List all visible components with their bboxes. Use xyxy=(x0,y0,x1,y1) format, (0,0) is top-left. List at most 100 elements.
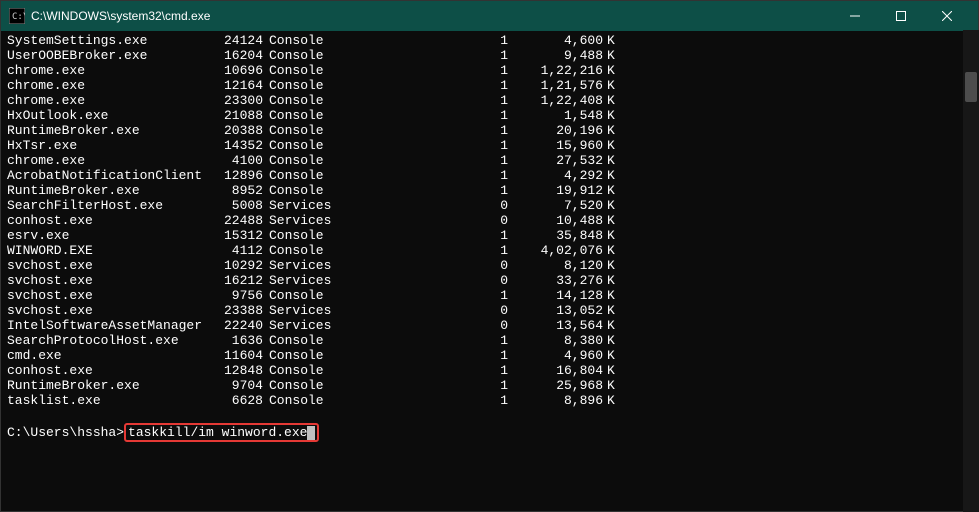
process-row: cmd.exe11604Console14,960K xyxy=(7,348,972,363)
process-unit: K xyxy=(603,153,615,168)
process-row: RuntimeBroker.exe9704Console125,968K xyxy=(7,378,972,393)
process-sessnum: 1 xyxy=(338,153,508,168)
process-sessnum: 1 xyxy=(338,93,508,108)
process-row: WINWORD.EXE4112Console14,02,076K xyxy=(7,243,972,258)
prompt-line: C:\Users\hssha>taskkill/im winword.exe xyxy=(7,423,972,442)
process-name: svchost.exe xyxy=(7,288,207,303)
process-session: Console xyxy=(263,78,338,93)
process-mem: 4,600 xyxy=(508,33,603,48)
process-unit: K xyxy=(603,378,615,393)
process-row: svchost.exe10292Services08,120K xyxy=(7,258,972,273)
process-unit: K xyxy=(603,108,615,123)
process-session: Console xyxy=(263,93,338,108)
process-pid: 9704 xyxy=(207,378,263,393)
process-row: IntelSoftwareAssetManager22240Services01… xyxy=(7,318,972,333)
command-text[interactable]: taskkill/im winword.exe xyxy=(128,425,307,440)
process-pid: 14352 xyxy=(207,138,263,153)
process-unit: K xyxy=(603,273,615,288)
process-sessnum: 1 xyxy=(338,378,508,393)
process-mem: 10,488 xyxy=(508,213,603,228)
process-session: Console xyxy=(263,288,338,303)
process-sessnum: 1 xyxy=(338,78,508,93)
process-session: Console xyxy=(263,153,338,168)
process-name: chrome.exe xyxy=(7,153,207,168)
maximize-button[interactable] xyxy=(878,1,924,31)
process-unit: K xyxy=(603,288,615,303)
process-unit: K xyxy=(603,93,615,108)
process-sessnum: 1 xyxy=(338,393,508,408)
process-name: IntelSoftwareAssetManager xyxy=(7,318,207,333)
process-unit: K xyxy=(603,348,615,363)
process-session: Console xyxy=(263,228,338,243)
process-unit: K xyxy=(603,228,615,243)
process-name: AcrobatNotificationClient xyxy=(7,168,207,183)
process-sessnum: 1 xyxy=(338,228,508,243)
process-name: svchost.exe xyxy=(7,303,207,318)
process-unit: K xyxy=(603,393,615,408)
process-row: AcrobatNotificationClient12896Console14,… xyxy=(7,168,972,183)
process-session: Services xyxy=(263,318,338,333)
process-mem: 33,276 xyxy=(508,273,603,288)
process-pid: 12164 xyxy=(207,78,263,93)
process-pid: 23300 xyxy=(207,93,263,108)
process-row: HxTsr.exe14352Console115,960K xyxy=(7,138,972,153)
process-name: RuntimeBroker.exe xyxy=(7,123,207,138)
terminal-content[interactable]: SystemSettings.exe24124Console14,600KUse… xyxy=(1,31,978,511)
process-name: SystemSettings.exe xyxy=(7,33,207,48)
process-mem: 1,22,216 xyxy=(508,63,603,78)
minimize-button[interactable] xyxy=(832,1,878,31)
process-pid: 22488 xyxy=(207,213,263,228)
process-unit: K xyxy=(603,213,615,228)
process-pid: 20388 xyxy=(207,123,263,138)
process-pid: 16212 xyxy=(207,273,263,288)
process-mem: 8,896 xyxy=(508,393,603,408)
process-unit: K xyxy=(603,138,615,153)
scrollbar-thumb[interactable] xyxy=(965,72,977,102)
process-session: Console xyxy=(263,348,338,363)
process-mem: 35,848 xyxy=(508,228,603,243)
process-session: Console xyxy=(263,333,338,348)
process-session: Services xyxy=(263,258,338,273)
process-pid: 6628 xyxy=(207,393,263,408)
process-mem: 1,21,576 xyxy=(508,78,603,93)
scrollbar-track[interactable] xyxy=(963,30,979,512)
process-pid: 22240 xyxy=(207,318,263,333)
process-row: SearchFilterHost.exe5008Services07,520K xyxy=(7,198,972,213)
process-session: Console xyxy=(263,138,338,153)
process-row: conhost.exe22488Services010,488K xyxy=(7,213,972,228)
process-mem: 4,02,076 xyxy=(508,243,603,258)
process-session: Console xyxy=(263,33,338,48)
process-row: esrv.exe15312Console135,848K xyxy=(7,228,972,243)
process-mem: 1,22,408 xyxy=(508,93,603,108)
process-sessnum: 0 xyxy=(338,198,508,213)
process-pid: 12896 xyxy=(207,168,263,183)
process-name: chrome.exe xyxy=(7,78,207,93)
process-row: svchost.exe23388Services013,052K xyxy=(7,303,972,318)
process-row: conhost.exe12848Console116,804K xyxy=(7,363,972,378)
process-sessnum: 1 xyxy=(338,168,508,183)
process-name: chrome.exe xyxy=(7,93,207,108)
process-session: Services xyxy=(263,213,338,228)
process-session: Console xyxy=(263,183,338,198)
titlebar[interactable]: C:\ C:\WINDOWS\system32\cmd.exe xyxy=(1,1,978,31)
process-sessnum: 1 xyxy=(338,138,508,153)
process-row: svchost.exe16212Services033,276K xyxy=(7,273,972,288)
process-name: tasklist.exe xyxy=(7,393,207,408)
close-button[interactable] xyxy=(924,1,970,31)
process-sessnum: 1 xyxy=(338,288,508,303)
process-unit: K xyxy=(603,168,615,183)
process-row: chrome.exe12164Console11,21,576K xyxy=(7,78,972,93)
process-mem: 4,960 xyxy=(508,348,603,363)
process-sessnum: 0 xyxy=(338,318,508,333)
process-name: UserOOBEBroker.exe xyxy=(7,48,207,63)
process-sessnum: 0 xyxy=(338,258,508,273)
process-mem: 8,120 xyxy=(508,258,603,273)
process-mem: 4,292 xyxy=(508,168,603,183)
process-sessnum: 1 xyxy=(338,108,508,123)
process-unit: K xyxy=(603,123,615,138)
process-name: HxOutlook.exe xyxy=(7,108,207,123)
process-pid: 4100 xyxy=(207,153,263,168)
process-session: Console xyxy=(263,63,338,78)
process-session: Console xyxy=(263,108,338,123)
process-row: svchost.exe9756Console114,128K xyxy=(7,288,972,303)
